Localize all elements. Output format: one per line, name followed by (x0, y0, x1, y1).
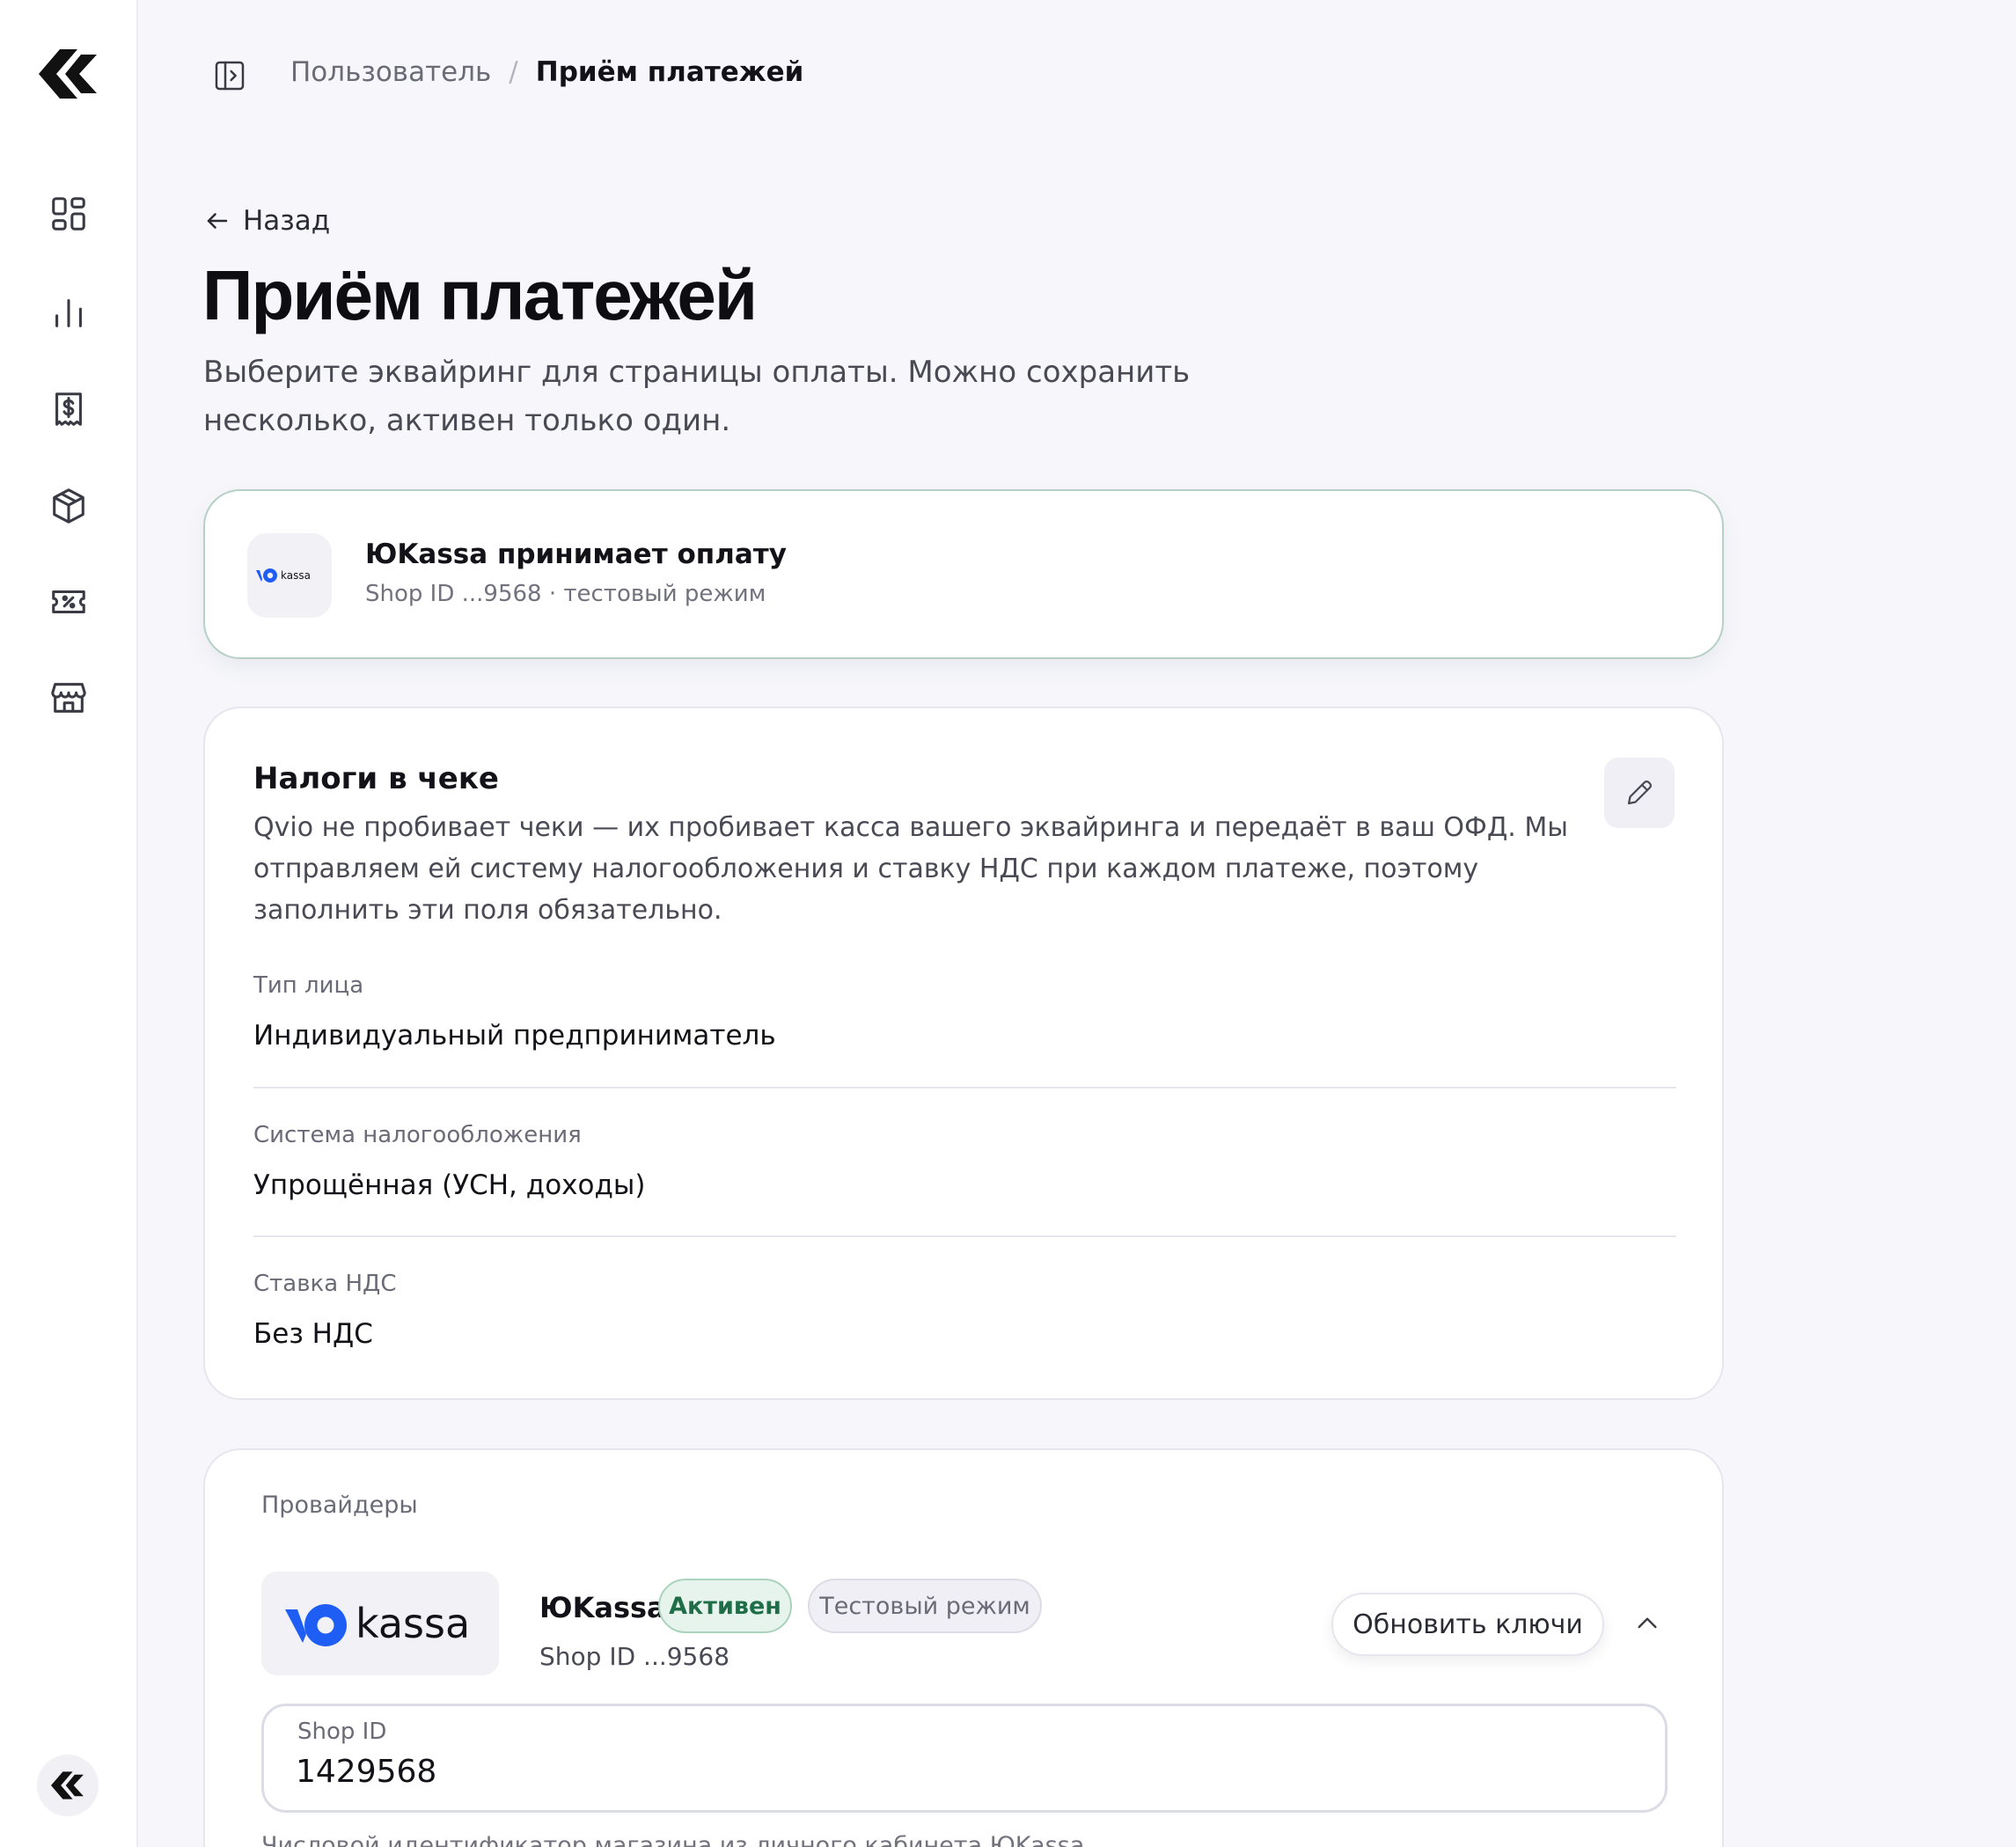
shop-id-hint: Числовой идентификатор магазина из лично… (261, 1832, 1085, 1847)
shop-id-label: Shop ID (297, 1719, 387, 1745)
breadcrumb-current: Приём платежей (535, 56, 804, 88)
status-badge-active: Активен (658, 1579, 792, 1633)
back-label: Назад (243, 205, 331, 237)
field-label: Ставка НДС (253, 1271, 397, 1297)
field-tax-system: Система налогообложения Упрощённая (УСН,… (253, 1122, 1676, 1201)
brand-logo[interactable] (39, 49, 99, 99)
yookassa-logo: kassa (247, 533, 332, 618)
dashboard-icon[interactable] (44, 189, 93, 238)
tax-card-description: Qvio не пробивает чеки — их пробивает ка… (253, 812, 1568, 926)
tax-card-title: Налоги в чеке (253, 761, 499, 796)
sidebar-toggle-icon[interactable] (212, 58, 247, 93)
active-provider-banner: kassa ЮKassa принимает оплату Shop ID ..… (203, 489, 1724, 659)
box-icon[interactable] (44, 481, 93, 531)
providers-heading: Провайдеры (261, 1492, 418, 1519)
field-divider (253, 1235, 1676, 1237)
provider-shop-id: Shop ID ...9568 (539, 1642, 730, 1671)
field-label: Тип лица (253, 972, 364, 999)
banner-subtitle: Shop ID ...9568 · тестовый режим (365, 581, 766, 607)
ticket-icon[interactable] (44, 577, 93, 627)
banner-title: ЮKassa принимает оплату (365, 539, 787, 570)
edit-taxes-button[interactable] (1604, 758, 1675, 828)
tax-settings-card: Налоги в чеке Qvio не пробивает чеки — и… (203, 707, 1724, 1400)
chart-icon[interactable] (44, 288, 93, 337)
shop-id-field[interactable]: Shop ID (261, 1704, 1668, 1813)
collapse-button[interactable] (1625, 1601, 1669, 1645)
field-vat-rate: Ставка НДС Без НДС (253, 1271, 1676, 1350)
svg-text:kassa: kassa (281, 569, 311, 582)
yookassa-logo: kassa (261, 1572, 499, 1675)
sidebar (0, 0, 138, 1847)
app-window: Пользователь / Приём платежей Назад Приё… (0, 0, 2016, 1847)
shop-id-input[interactable] (296, 1754, 1616, 1790)
user-avatar[interactable] (37, 1755, 99, 1816)
field-value: Упрощённая (УСН, доходы) (253, 1169, 646, 1201)
provider-name: ЮKassa (539, 1591, 666, 1624)
field-label: Система налогообложения (253, 1122, 582, 1148)
receipt-icon[interactable] (44, 385, 93, 434)
svg-text:kassa: kassa (356, 1600, 470, 1647)
arrow-left-icon (207, 213, 228, 229)
field-divider (253, 1087, 1676, 1088)
breadcrumb-separator: / (509, 56, 518, 88)
field-value: Без НДС (253, 1318, 373, 1350)
field-entity-type: Тип лица Индивидуальный предприниматель (253, 972, 1676, 1052)
chevron-up-icon (1638, 1617, 1657, 1629)
store-icon[interactable] (44, 673, 93, 722)
page-subtitle: Выберите эквайринг для страницы оплаты. … (203, 355, 1191, 438)
breadcrumb-parent[interactable]: Пользователь (290, 56, 491, 88)
providers-card: Провайдеры kassa ЮKassa Активен Тестовый… (203, 1448, 1724, 1847)
back-link[interactable]: Назад (204, 205, 330, 237)
refresh-keys-button[interactable]: Обновить ключи (1331, 1593, 1604, 1656)
field-value: Индивидуальный предприниматель (253, 1020, 776, 1052)
page-title: Приём платежей (202, 256, 758, 334)
breadcrumb: Пользователь / Приём платежей (290, 56, 803, 88)
status-badge-test-mode: Тестовый режим (808, 1579, 1042, 1633)
pencil-icon (1627, 780, 1653, 805)
